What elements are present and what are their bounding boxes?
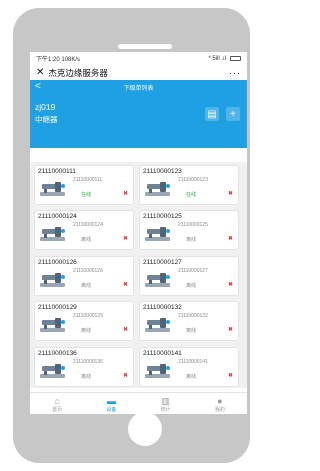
home-button[interactable]: [128, 412, 162, 446]
status-badge: 离线: [81, 237, 92, 244]
device-card[interactable]: 21110000132 21110000132 离线 ✖: [139, 301, 239, 342]
device-id: 21110000132: [143, 304, 182, 312]
status-badge: 离线: [186, 237, 197, 244]
phone-speaker: [118, 44, 172, 49]
sewing-machine-image: [144, 315, 171, 335]
device-id: 21110000123: [143, 168, 182, 175]
chart-icon: ▥: [161, 395, 170, 406]
device-card[interactable]: 21110000141 21110000141 离线 ✖: [139, 346, 239, 387]
device-serial: 21110000132: [178, 313, 208, 320]
device-header: < 下级单列表 zj019 中继器 ▤ +: [30, 80, 247, 148]
document-icon: ▤: [207, 108, 217, 120]
sewing-machine-image: [39, 224, 66, 244]
add-button[interactable]: +: [226, 107, 240, 121]
mini-program-header: ✕ 杰克边缘服务器 ···: [30, 65, 247, 80]
device-grid: 21110000111 21110000111 在线 ✖ 21110000123…: [30, 162, 247, 388]
delete-icon[interactable]: ✖: [228, 372, 233, 379]
tab-label: 首页: [52, 406, 63, 413]
status-badge: 离线: [81, 373, 92, 380]
delete-icon[interactable]: ✖: [123, 372, 128, 379]
device-serial: 21110000125: [178, 222, 208, 229]
device-name: zj019: [35, 102, 56, 112]
device-card[interactable]: 21110000127 21110000127 离线 ✖: [139, 255, 239, 296]
status-bar: 下午1:20 108K/s * 5ill .ıl: [30, 52, 247, 65]
sewing-machine-image: [144, 224, 171, 244]
delete-icon[interactable]: ✖: [123, 235, 128, 242]
sewing-machine-image: [144, 361, 171, 381]
tab-label: 统计: [160, 406, 171, 413]
delete-icon[interactable]: ✖: [123, 326, 128, 333]
sewing-machine-image: [39, 179, 66, 199]
delete-icon[interactable]: ✖: [228, 235, 233, 242]
status-badge: 离线: [186, 373, 197, 380]
sewing-machine-image: [39, 361, 66, 381]
document-button[interactable]: ▤: [205, 107, 219, 121]
device-id: 21110000127: [143, 258, 182, 266]
sewing-machine-image: [39, 270, 66, 290]
tab-home[interactable]: ⌂ 首页: [30, 393, 84, 414]
device-card[interactable]: 21110000123 21110000123 在线 ✖: [139, 165, 239, 205]
tab-chart[interactable]: ▥ 统计: [139, 393, 193, 414]
device-serial: 21110000123: [178, 177, 208, 183]
device-card[interactable]: 21110000125 21110000125 离线 ✖: [139, 210, 239, 251]
delete-icon[interactable]: ✖: [228, 190, 233, 197]
device-id: 21110000125: [143, 213, 182, 221]
app-screen: 下午1:20 108K/s * 5ill .ıl ✕ 杰克边缘服务器 ··· <…: [30, 52, 247, 414]
sewing-machine-image: [39, 315, 66, 335]
device-serial: 21110000127: [178, 267, 208, 274]
delete-icon[interactable]: ✖: [228, 326, 233, 333]
sewing-machine-image: [144, 270, 171, 290]
tab-bar: ⌂ 首页 ▬ 设备 ▥ 统计 ● 我的: [30, 392, 247, 414]
status-network: 108K/s: [61, 57, 81, 63]
device-card[interactable]: 21110000129 21110000129 离线 ✖: [34, 301, 134, 342]
tab-device[interactable]: ▬ 设备: [84, 393, 138, 414]
device-serial: 21110000124: [73, 222, 103, 229]
app-title: 杰克边缘服务器: [48, 67, 108, 78]
close-icon[interactable]: ✕: [36, 67, 44, 78]
tab-label: 设备: [106, 406, 117, 413]
back-icon[interactable]: <: [35, 80, 41, 94]
status-badge: 离线: [81, 328, 92, 335]
device-type: 中继器: [35, 115, 58, 124]
device-id: 21110000141: [143, 349, 182, 357]
device-id: 21110000124: [38, 213, 77, 221]
battery-icon: [230, 56, 241, 61]
tab-user[interactable]: ● 我的: [193, 393, 247, 414]
home-icon: ⌂: [54, 395, 60, 406]
delete-icon[interactable]: ✖: [123, 190, 128, 197]
more-menu-icon[interactable]: ···: [229, 68, 241, 78]
device-serial: 21110000111: [73, 177, 103, 183]
device-id: 21110000136: [38, 349, 77, 357]
status-badge: 离线: [186, 282, 197, 289]
device-serial: 21110000126: [73, 267, 103, 274]
status-badge: 离线: [186, 328, 197, 335]
device-serial: 21110000136: [73, 358, 103, 365]
device-card[interactable]: 21110000126 21110000126 离线 ✖: [34, 255, 134, 296]
device-id: 21110000129: [38, 304, 77, 312]
device-card[interactable]: 21110000136 21110000136 离线 ✖: [34, 346, 134, 387]
device-serial: 21110000129: [73, 313, 103, 320]
device-icon: ▬: [106, 395, 116, 406]
device-id: 21110000126: [38, 258, 77, 266]
signal-icon: * 5ill .ıl: [208, 55, 226, 62]
user-icon: ●: [217, 395, 223, 406]
device-card[interactable]: 21110000124 21110000124 离线 ✖: [34, 210, 134, 251]
plus-icon: +: [230, 108, 236, 120]
status-badge: 在线: [81, 192, 92, 198]
tab-label: 我的: [214, 406, 225, 413]
device-serial: 21110000141: [178, 358, 208, 365]
status-badge: 离线: [81, 282, 92, 289]
status-time: 下午1:20: [36, 57, 60, 63]
delete-icon[interactable]: ✖: [123, 281, 128, 288]
page-title: 下级单列表: [123, 85, 154, 92]
nav-bar: < 下级单列表: [30, 80, 247, 94]
device-id: 21110000111: [38, 168, 76, 175]
device-card[interactable]: 21110000111 21110000111 在线 ✖: [34, 165, 134, 205]
sewing-machine-image: [144, 179, 171, 199]
delete-icon[interactable]: ✖: [228, 281, 233, 288]
status-time-net: 下午1:20 108K/s: [36, 54, 80, 63]
status-indicators: * 5ill .ıl: [208, 56, 241, 62]
status-badge: 在线: [186, 192, 197, 198]
